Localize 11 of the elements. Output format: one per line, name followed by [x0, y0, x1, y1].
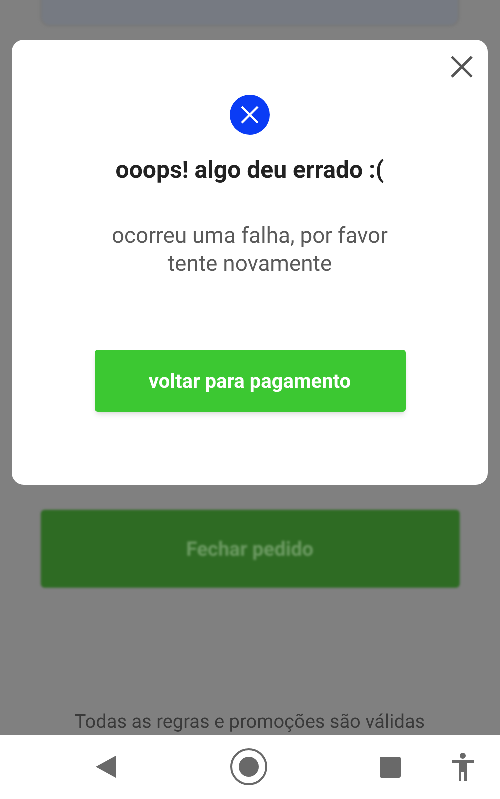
rules-text: Todas as regras e promoções são válidas: [74, 710, 426, 734]
recents-icon[interactable]: [380, 756, 401, 778]
home-icon[interactable]: [230, 748, 268, 786]
back-to-payment-button[interactable]: voltar para pagamento: [94, 350, 406, 412]
back-icon[interactable]: [96, 756, 116, 778]
close-order-button[interactable]: Fechar pedido: [40, 510, 460, 588]
dialog-title: ooops! algo deu errado :(: [116, 155, 384, 185]
close-icon[interactable]: [451, 56, 473, 78]
error-icon: [230, 95, 270, 135]
dialog-message: ocorreu uma falha, por favor tente novamente: [110, 223, 389, 279]
accessibility-icon[interactable]: [452, 753, 474, 781]
